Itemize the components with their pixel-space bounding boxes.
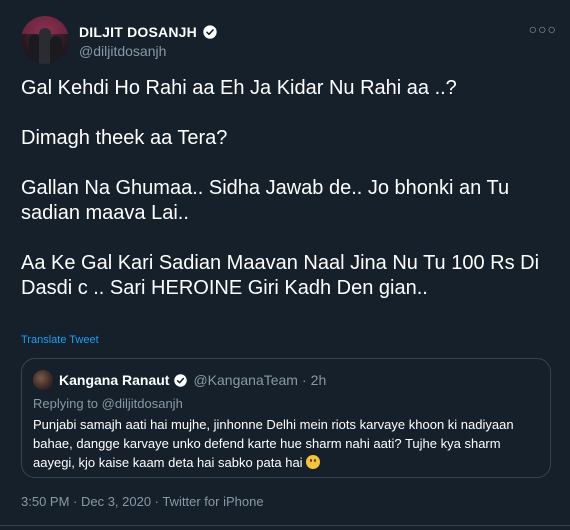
verified-badge-icon bbox=[174, 373, 188, 387]
avatar-figure bbox=[50, 36, 62, 64]
quoted-author-handle[interactable]: @KanganaTeam bbox=[193, 372, 298, 388]
tweet-line: Dimagh theek aa Tera? bbox=[21, 127, 228, 149]
tweet-line: Gallan Na Ghumaa.. Sidha Jawab de.. Jo b… bbox=[21, 177, 510, 224]
quoted-text: Punjabi samajh aati hai mujhe, jinhonne … bbox=[33, 415, 538, 472]
tweet-meta[interactable]: 3:50 PM · Dec 3, 2020 · Twitter for iPho… bbox=[21, 494, 264, 509]
smiling-face-icon bbox=[306, 455, 321, 469]
author-handle[interactable]: @diljitdosanjh bbox=[79, 43, 166, 59]
author-avatar[interactable] bbox=[21, 16, 69, 64]
divider bbox=[0, 525, 570, 526]
replying-to-mention[interactable]: @diljitdosanjh bbox=[102, 396, 183, 411]
tweet-card: DILJIT DOSANJH @diljitdosanjh ○○○ Gal Ke… bbox=[0, 0, 570, 530]
tweet-line: Gal Kehdi Ho Rahi aa Eh Ja Kidar Nu Rahi… bbox=[21, 77, 457, 99]
quoted-time[interactable]: 2h bbox=[311, 372, 327, 388]
tweet-line: Aa Ke Gal Kari Sadian Maavan Naal Jina N… bbox=[21, 252, 540, 299]
more-horizontal-icon[interactable]: ○○○ bbox=[529, 21, 557, 37]
tweet-header: DILJIT DOSANJH @diljitdosanjh ○○○ bbox=[21, 16, 561, 64]
quoted-text-body: Punjabi samajh aati hai mujhe, jinhonne … bbox=[33, 417, 514, 470]
quoted-author-name[interactable]: Kangana Ranaut bbox=[59, 372, 169, 388]
quoted-author-avatar[interactable] bbox=[33, 370, 53, 390]
tweet-text: Gal Kehdi Ho Rahi aa Eh Ja Kidar Nu Rahi… bbox=[21, 76, 551, 326]
replying-to-label: Replying to bbox=[33, 396, 99, 411]
author-name-row[interactable]: DILJIT DOSANJH bbox=[79, 22, 218, 42]
replying-to: Replying to @diljitdosanjh bbox=[33, 396, 183, 411]
separator-dot: · bbox=[301, 372, 307, 388]
author-name[interactable]: DILJIT DOSANJH bbox=[79, 24, 197, 40]
quoted-header: Kangana Ranaut @KanganaTeam · 2h bbox=[59, 370, 326, 390]
translate-tweet-link[interactable]: Translate Tweet bbox=[21, 334, 99, 346]
quoted-tweet[interactable]: Kangana Ranaut @KanganaTeam · 2h Replyin… bbox=[21, 358, 551, 478]
verified-badge-icon bbox=[203, 25, 217, 39]
